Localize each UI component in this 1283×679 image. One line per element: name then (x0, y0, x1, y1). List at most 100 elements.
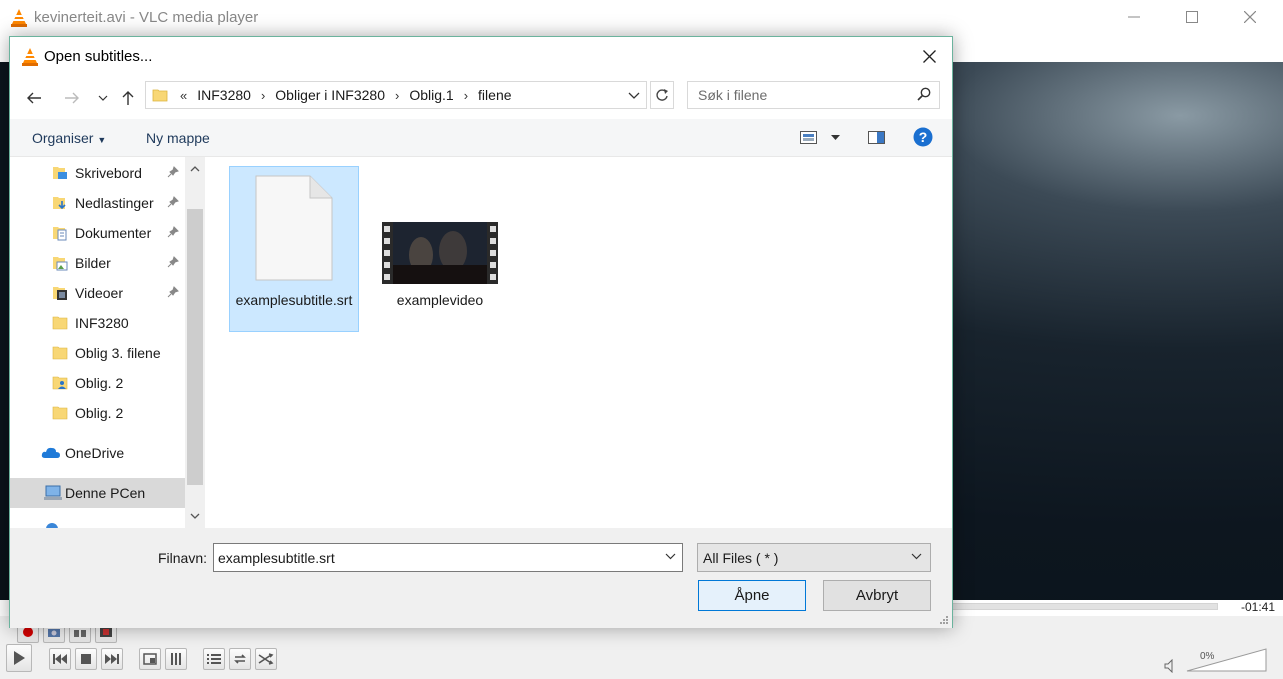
fullscreen-button[interactable] (139, 648, 161, 670)
pictures-folder-icon (53, 257, 68, 271)
open-button[interactable]: Åpne (698, 580, 806, 611)
arrow-left-icon (27, 92, 41, 104)
file-item-subtitle[interactable]: examplesubtitle.srt (229, 166, 359, 332)
file-item-video[interactable]: examplevideo (375, 166, 505, 332)
breadcrumb-separator[interactable]: › (395, 88, 399, 103)
playlist-icon (207, 654, 221, 664)
loop-button[interactable] (229, 648, 251, 670)
scroll-up-button[interactable] (189, 163, 201, 175)
breadcrumb-separator[interactable]: › (261, 88, 265, 103)
vlc-cone-icon (11, 9, 27, 27)
fullscreen-icon (143, 653, 157, 665)
close-window-button[interactable] (1221, 0, 1279, 34)
resize-grip-icon[interactable] (939, 615, 949, 625)
nav-item-inf3280[interactable]: INF3280 (10, 308, 185, 338)
nav-item-label: Oblig. 2 (75, 405, 124, 421)
pin-icon[interactable] (167, 196, 179, 208)
close-icon (922, 49, 936, 63)
view-options-icon[interactable] (800, 131, 818, 145)
seek-bar-area: -01:41 (952, 600, 1283, 616)
volume-slider[interactable] (1186, 648, 1268, 672)
previous-button[interactable] (49, 648, 71, 670)
filename-input[interactable]: examplesubtitle.srt (213, 543, 683, 572)
chevron-up-icon (190, 166, 200, 172)
maximize-button[interactable] (1163, 0, 1221, 34)
scroll-thumb[interactable] (187, 209, 203, 485)
chevron-down-icon[interactable] (665, 553, 676, 560)
recent-locations-button[interactable] (90, 85, 116, 111)
file-list-pane: examplesubtitle.srt examplevideo (205, 157, 952, 528)
chevron-down-icon (98, 95, 108, 101)
next-button[interactable] (101, 648, 123, 670)
dialog-close-button[interactable] (906, 37, 952, 75)
speaker-icon[interactable] (1164, 659, 1178, 673)
nav-item-oblig2[interactable]: Oblig. 2 (10, 398, 185, 428)
cancel-button[interactable]: Avbryt (823, 580, 931, 611)
nav-item-denne-pcen[interactable]: Denne PCen (10, 478, 185, 508)
breadcrumb-item[interactable]: Obliger i INF3280 (275, 87, 385, 103)
pin-icon[interactable] (167, 226, 179, 238)
preview-pane-icon[interactable] (868, 131, 886, 145)
shuffle-button[interactable] (255, 648, 277, 670)
forward-button[interactable] (59, 85, 85, 111)
nav-item-network[interactable] (10, 512, 185, 528)
breadcrumb-item[interactable]: Oblig.1 (409, 87, 453, 103)
chevron-down-icon[interactable] (628, 92, 640, 100)
organise-label: Organiser (32, 130, 94, 146)
nav-scrollbar[interactable] (185, 157, 205, 528)
nav-item-oblig2-user[interactable]: Oblig. 2 (10, 368, 185, 398)
pin-icon[interactable] (167, 166, 179, 178)
folder-icon (152, 89, 168, 102)
nav-item-oblig3-filene[interactable]: Oblig 3. filene (10, 338, 185, 368)
search-field[interactable]: Søk i filene (687, 81, 940, 109)
play-button[interactable] (6, 644, 32, 672)
vlc-cone-icon (22, 48, 38, 66)
breadcrumb-separator[interactable]: › (464, 88, 468, 103)
new-folder-button[interactable]: Ny mappe (146, 130, 210, 146)
playlist-button[interactable] (203, 648, 225, 670)
pin-icon[interactable] (167, 286, 179, 298)
nav-item-videoer[interactable]: Videoer (10, 278, 185, 308)
address-bar[interactable]: « INF3280 › Obliger i INF3280 › Oblig.1 … (145, 81, 647, 109)
refresh-button[interactable] (650, 81, 674, 109)
scroll-down-button[interactable] (189, 510, 201, 522)
nav-item-label: Skrivebord (75, 165, 142, 181)
navigation-row: « INF3280 › Obliger i INF3280 › Oblig.1 … (10, 75, 952, 119)
back-button[interactable] (21, 85, 47, 111)
videos-folder-icon (53, 287, 67, 300)
open-subtitles-dialog: Open subtitles... « INF3280 › Obliger i … (9, 36, 953, 628)
organise-menu-button[interactable]: Organiser ▼ (32, 130, 106, 146)
equalizer-icon (171, 653, 181, 665)
help-icon[interactable]: ? (913, 127, 933, 147)
stop-button[interactable] (75, 648, 97, 670)
stop-icon (81, 654, 91, 664)
nav-item-skrivebord[interactable]: Skrivebord (10, 158, 185, 188)
chevron-down-icon (911, 553, 922, 560)
file-name: examplevideo (396, 292, 484, 308)
file-type-value: All Files ( * ) (703, 549, 779, 566)
nav-item-dokumenter[interactable]: Dokumenter (10, 218, 185, 248)
seek-slider[interactable] (952, 603, 1218, 610)
nav-item-label: Oblig. 2 (75, 375, 124, 391)
maximize-icon (1186, 11, 1198, 23)
nav-item-nedlastinger[interactable]: Nedlastinger (10, 188, 185, 218)
folder-icon (52, 406, 68, 420)
breadcrumb-overflow[interactable]: « (180, 88, 187, 103)
minimize-button[interactable] (1105, 0, 1163, 34)
close-icon (1244, 11, 1256, 23)
up-button[interactable] (115, 85, 141, 111)
search-icon[interactable] (917, 87, 931, 101)
extended-settings-button[interactable] (165, 648, 187, 670)
file-type-select[interactable]: All Files ( * ) (697, 543, 931, 572)
nav-item-label: Denne PCen (65, 485, 146, 501)
nav-item-bilder[interactable]: Bilder (10, 248, 185, 278)
nav-item-label: Nedlastinger (75, 195, 154, 211)
refresh-icon (656, 89, 668, 101)
remaining-time[interactable]: -01:41 (1241, 600, 1275, 614)
breadcrumb-item[interactable]: filene (478, 87, 511, 103)
chevron-down-icon[interactable] (831, 135, 840, 141)
shuffle-icon (258, 653, 274, 665)
nav-item-onedrive[interactable]: OneDrive (10, 438, 185, 468)
pin-icon[interactable] (167, 256, 179, 268)
breadcrumb-item[interactable]: INF3280 (197, 87, 251, 103)
